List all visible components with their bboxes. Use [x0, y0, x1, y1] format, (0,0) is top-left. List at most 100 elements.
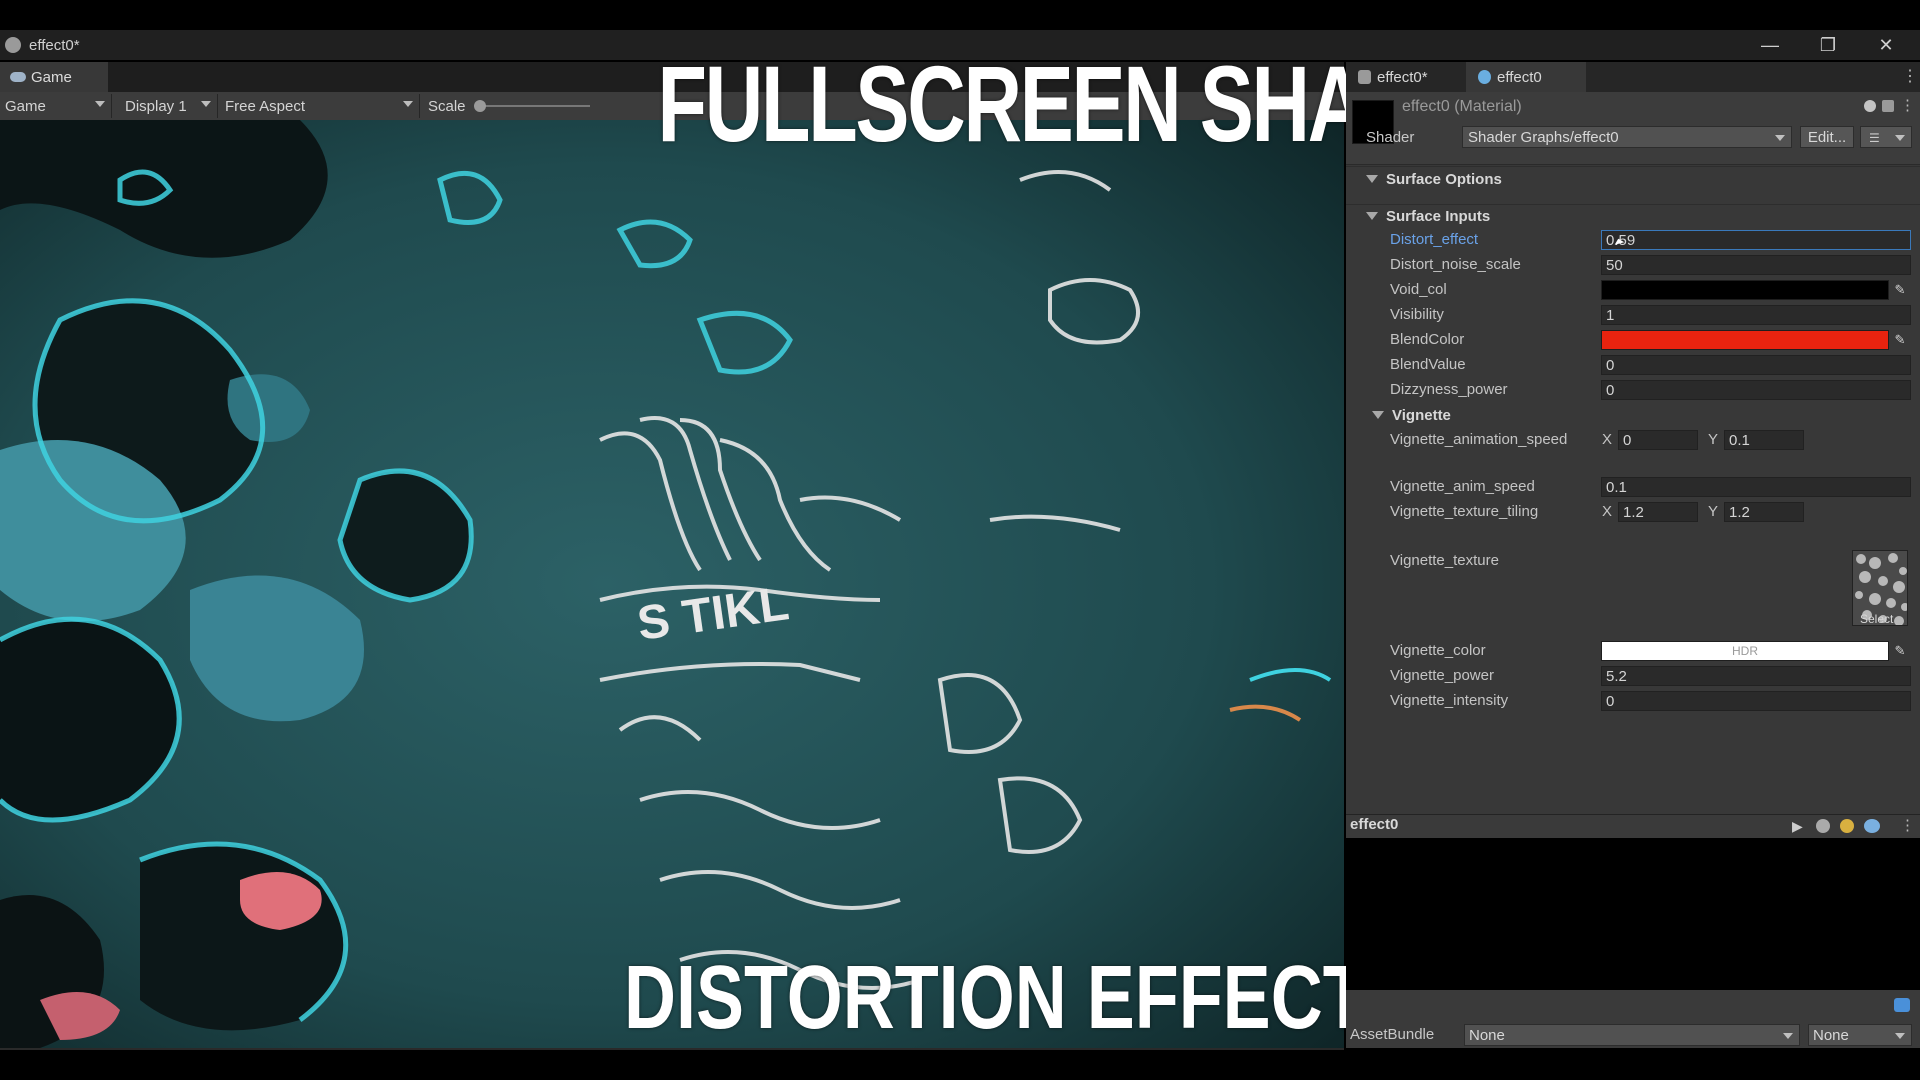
tab-label: effect0: [1497, 68, 1542, 86]
minimize-icon[interactable]: —: [1750, 30, 1790, 60]
chevron-down-icon: [1895, 1033, 1905, 1039]
chevron-down-icon: [201, 101, 211, 107]
scale-slider-handle[interactable]: [474, 100, 486, 112]
x-value: 1.2: [1623, 503, 1644, 521]
assetbundle-label: AssetBundle: [1350, 1026, 1435, 1043]
close-icon[interactable]: ✕: [1866, 30, 1906, 60]
aspect-value: Free Aspect: [225, 97, 306, 115]
surface-options-label: Surface Options: [1386, 170, 1502, 188]
divider: [1346, 204, 1920, 205]
eyedropper-icon[interactable]: ✎: [1891, 642, 1909, 660]
vignette-label: Vignette: [1392, 406, 1451, 424]
kebab-menu-icon[interactable]: ⋮: [1900, 816, 1915, 834]
vignette-power-label: Vignette_power: [1390, 667, 1494, 684]
blend-value-field[interactable]: 0: [1601, 355, 1911, 375]
x-label: X: [1602, 431, 1613, 448]
kebab-menu-icon[interactable]: ⋮: [1900, 96, 1915, 114]
tab-game[interactable]: Game: [0, 62, 108, 92]
environment-icon[interactable]: [1864, 819, 1880, 833]
display-dropdown[interactable]: Display 1: [120, 94, 218, 118]
chevron-down-icon: [1775, 135, 1785, 141]
dizzyness-power-label: Dizzyness_power: [1390, 381, 1508, 398]
vignette-texture-tiling-y-field[interactable]: 1.2: [1724, 502, 1804, 522]
y-value: 1.2: [1729, 503, 1750, 521]
texture-select-button[interactable]: Select: [1860, 612, 1893, 626]
play-icon[interactable]: ▶: [1792, 818, 1803, 835]
dizzyness-power-field[interactable]: 0: [1601, 380, 1911, 400]
vignette-texture-label: Vignette_texture: [1390, 552, 1499, 569]
gamepad-icon: [10, 72, 26, 82]
y-label: Y: [1708, 503, 1719, 520]
distort-effect-label: Distort_effect: [1390, 231, 1479, 248]
kebab-menu-icon[interactable]: ⋮: [1902, 66, 1918, 86]
vignette-texture-tiling-label: Vignette_texture_tiling: [1390, 503, 1539, 520]
y-label: Y: [1708, 431, 1719, 448]
vignette-animation-speed-x-field[interactable]: 0: [1618, 430, 1698, 450]
eyedropper-icon[interactable]: ✎: [1891, 331, 1909, 349]
sphere-preview-icon[interactable]: [1816, 819, 1830, 833]
tab-effect0[interactable]: effect0: [1466, 62, 1586, 92]
distort-effect-field[interactable]: 0.59: [1601, 230, 1911, 250]
assetbundle-dropdown[interactable]: None: [1464, 1024, 1800, 1046]
game-viewport[interactable]: S TIKL: [0, 120, 1344, 1048]
restore-icon[interactable]: ❐: [1808, 30, 1848, 60]
display-value: Display 1: [125, 97, 187, 115]
void-col-label: Void_col: [1390, 281, 1447, 298]
vignette-intensity-field[interactable]: 0: [1601, 691, 1911, 711]
vignette-texture-tiling-x-field[interactable]: 1.2: [1618, 502, 1698, 522]
distort-noise-scale-field[interactable]: 50: [1601, 255, 1911, 275]
material-title: effect0 (Material): [1402, 98, 1522, 115]
aspect-dropdown[interactable]: Free Aspect: [220, 94, 420, 118]
assetbundle-variant-value: None: [1813, 1026, 1849, 1044]
edit-shader-button[interactable]: Edit...: [1800, 126, 1854, 148]
shader-dropdown[interactable]: Shader Graphs/effect0: [1462, 126, 1792, 148]
window-title: effect0*: [29, 36, 80, 54]
foldout-arrow-icon: [1366, 212, 1378, 220]
void-col-color-field[interactable]: [1601, 280, 1889, 300]
presets-icon[interactable]: [1882, 100, 1894, 112]
material-preview-area[interactable]: [1346, 838, 1920, 990]
tab-effect0-modified[interactable]: effect0*: [1358, 62, 1428, 92]
list-icon: ☰: [1869, 131, 1880, 145]
inspector-tabbar: [1346, 62, 1920, 92]
assetbundle-variant-dropdown[interactable]: None: [1808, 1024, 1912, 1046]
distort-noise-scale-label: Distort_noise_scale: [1390, 256, 1521, 273]
shader-value: Shader Graphs/effect0: [1468, 128, 1619, 146]
vignette-anim-speed-value: 0.1: [1606, 478, 1627, 496]
preview-title: effect0: [1350, 816, 1399, 833]
vignette-foldout[interactable]: Vignette: [1372, 405, 1451, 425]
dizzyness-power-value: 0: [1606, 381, 1615, 399]
game-mode-dropdown[interactable]: Game: [0, 94, 112, 118]
video-headline: FULLSCREEN SHADERS: [657, 43, 1583, 164]
blend-value-label: BlendValue: [1390, 356, 1466, 373]
eyedropper-icon[interactable]: ✎: [1891, 281, 1909, 299]
vignette-anim-speed-field[interactable]: 0.1: [1601, 477, 1911, 497]
foldout-arrow-icon: [1366, 175, 1378, 183]
video-subline: DISTORTION EFFECT: [624, 948, 1367, 1048]
vignette-color-label: Vignette_color: [1390, 642, 1486, 659]
game-mode-value: Game: [5, 97, 46, 115]
visibility-field[interactable]: 1: [1601, 305, 1911, 325]
hdr-badge: HDR: [1732, 644, 1758, 658]
help-icon[interactable]: [1864, 100, 1876, 112]
scale-label: Scale: [428, 97, 466, 115]
surface-inputs-foldout[interactable]: Surface Inputs: [1366, 206, 1490, 226]
tab-label: effect0*: [1377, 68, 1428, 86]
chevron-down-icon: [95, 101, 105, 107]
preview-header[interactable]: [1346, 814, 1920, 839]
vignette-power-field[interactable]: 5.2: [1601, 666, 1911, 686]
light-icon[interactable]: [1840, 819, 1854, 833]
divider: [1346, 166, 1920, 167]
vignette-intensity-value: 0: [1606, 692, 1615, 710]
surface-options-foldout[interactable]: Surface Options: [1366, 168, 1502, 190]
foldout-arrow-icon: [1372, 411, 1384, 419]
scale-slider-track[interactable]: [480, 105, 590, 107]
vignette-color-field[interactable]: HDR: [1601, 641, 1889, 661]
distort-noise-scale-value: 50: [1606, 256, 1623, 274]
chevron-down-icon: [1783, 1033, 1793, 1039]
shader-options-button[interactable]: ☰: [1860, 126, 1912, 148]
vignette-animation-speed-y-field[interactable]: 0.1: [1724, 430, 1804, 450]
game-bottom-border: [0, 1048, 1344, 1050]
tag-icon[interactable]: [1894, 998, 1910, 1012]
blend-color-field[interactable]: [1601, 330, 1889, 350]
